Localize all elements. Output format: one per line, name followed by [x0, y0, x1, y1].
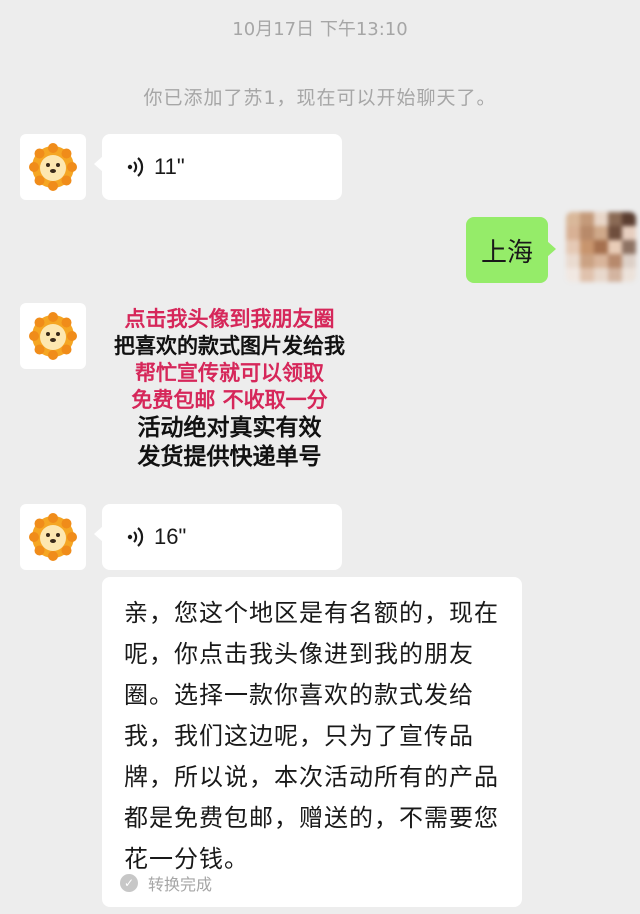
convert-status: ✓ 转换完成: [120, 871, 212, 895]
transcript-text: 亲，您这个地区是有名额的，现在呢，你点击我头像进到我的朋友圈。选择一款你喜欢的款…: [124, 599, 499, 873]
lion-mascot-icon: [29, 513, 77, 561]
voice-duration: 16": [154, 524, 187, 549]
my-message-text: 上海: [480, 237, 533, 268]
contact-avatar[interactable]: [20, 134, 86, 200]
promo-line: 免费包邮 不收取一分: [131, 387, 328, 412]
chat-window: 10月17日 下午13:10 你已添加了苏1，现在可以开始聊天了。 11" 上海…: [0, 0, 640, 914]
promo-line: 发货提供快递单号: [137, 443, 322, 470]
system-added-notice: 你已添加了苏1，现在可以开始聊天了。: [143, 87, 497, 109]
my-message-bubble[interactable]: 上海: [466, 217, 556, 283]
promo-line: 把喜欢的款式图片发给我: [114, 333, 345, 358]
voice-message-2[interactable]: 16": [94, 504, 342, 570]
promo-line: 活动绝对真实有效: [137, 414, 322, 441]
voice-transcript-bubble[interactable]: 亲，您这个地区是有名额的，现在呢，你点击我头像进到我的朋友圈。选择一款你喜欢的款…: [102, 577, 522, 907]
voice-wave-icon: [127, 157, 144, 177]
promo-line: 帮忙宣传就可以领取: [135, 360, 324, 385]
promo-image-message[interactable]: 点击我头像到我朋友圈 把喜欢的款式图片发给我 帮忙宣传就可以领取 免费包邮 不收…: [92, 306, 367, 472]
lion-mascot-icon: [29, 312, 77, 360]
lion-mascot-icon: [29, 143, 77, 191]
my-avatar[interactable]: [566, 212, 636, 282]
convert-status-label: 转换完成: [148, 875, 213, 894]
voice-message-1[interactable]: 11": [94, 134, 342, 200]
contact-avatar[interactable]: [20, 504, 86, 570]
promo-line: 点击我头像到我朋友圈: [124, 307, 335, 331]
voice-duration: 11": [154, 154, 185, 179]
contact-avatar[interactable]: [20, 303, 86, 369]
voice-wave-icon: [127, 527, 144, 547]
timestamp: 10月17日 下午13:10: [232, 19, 408, 40]
check-circle-icon: ✓: [120, 874, 138, 892]
